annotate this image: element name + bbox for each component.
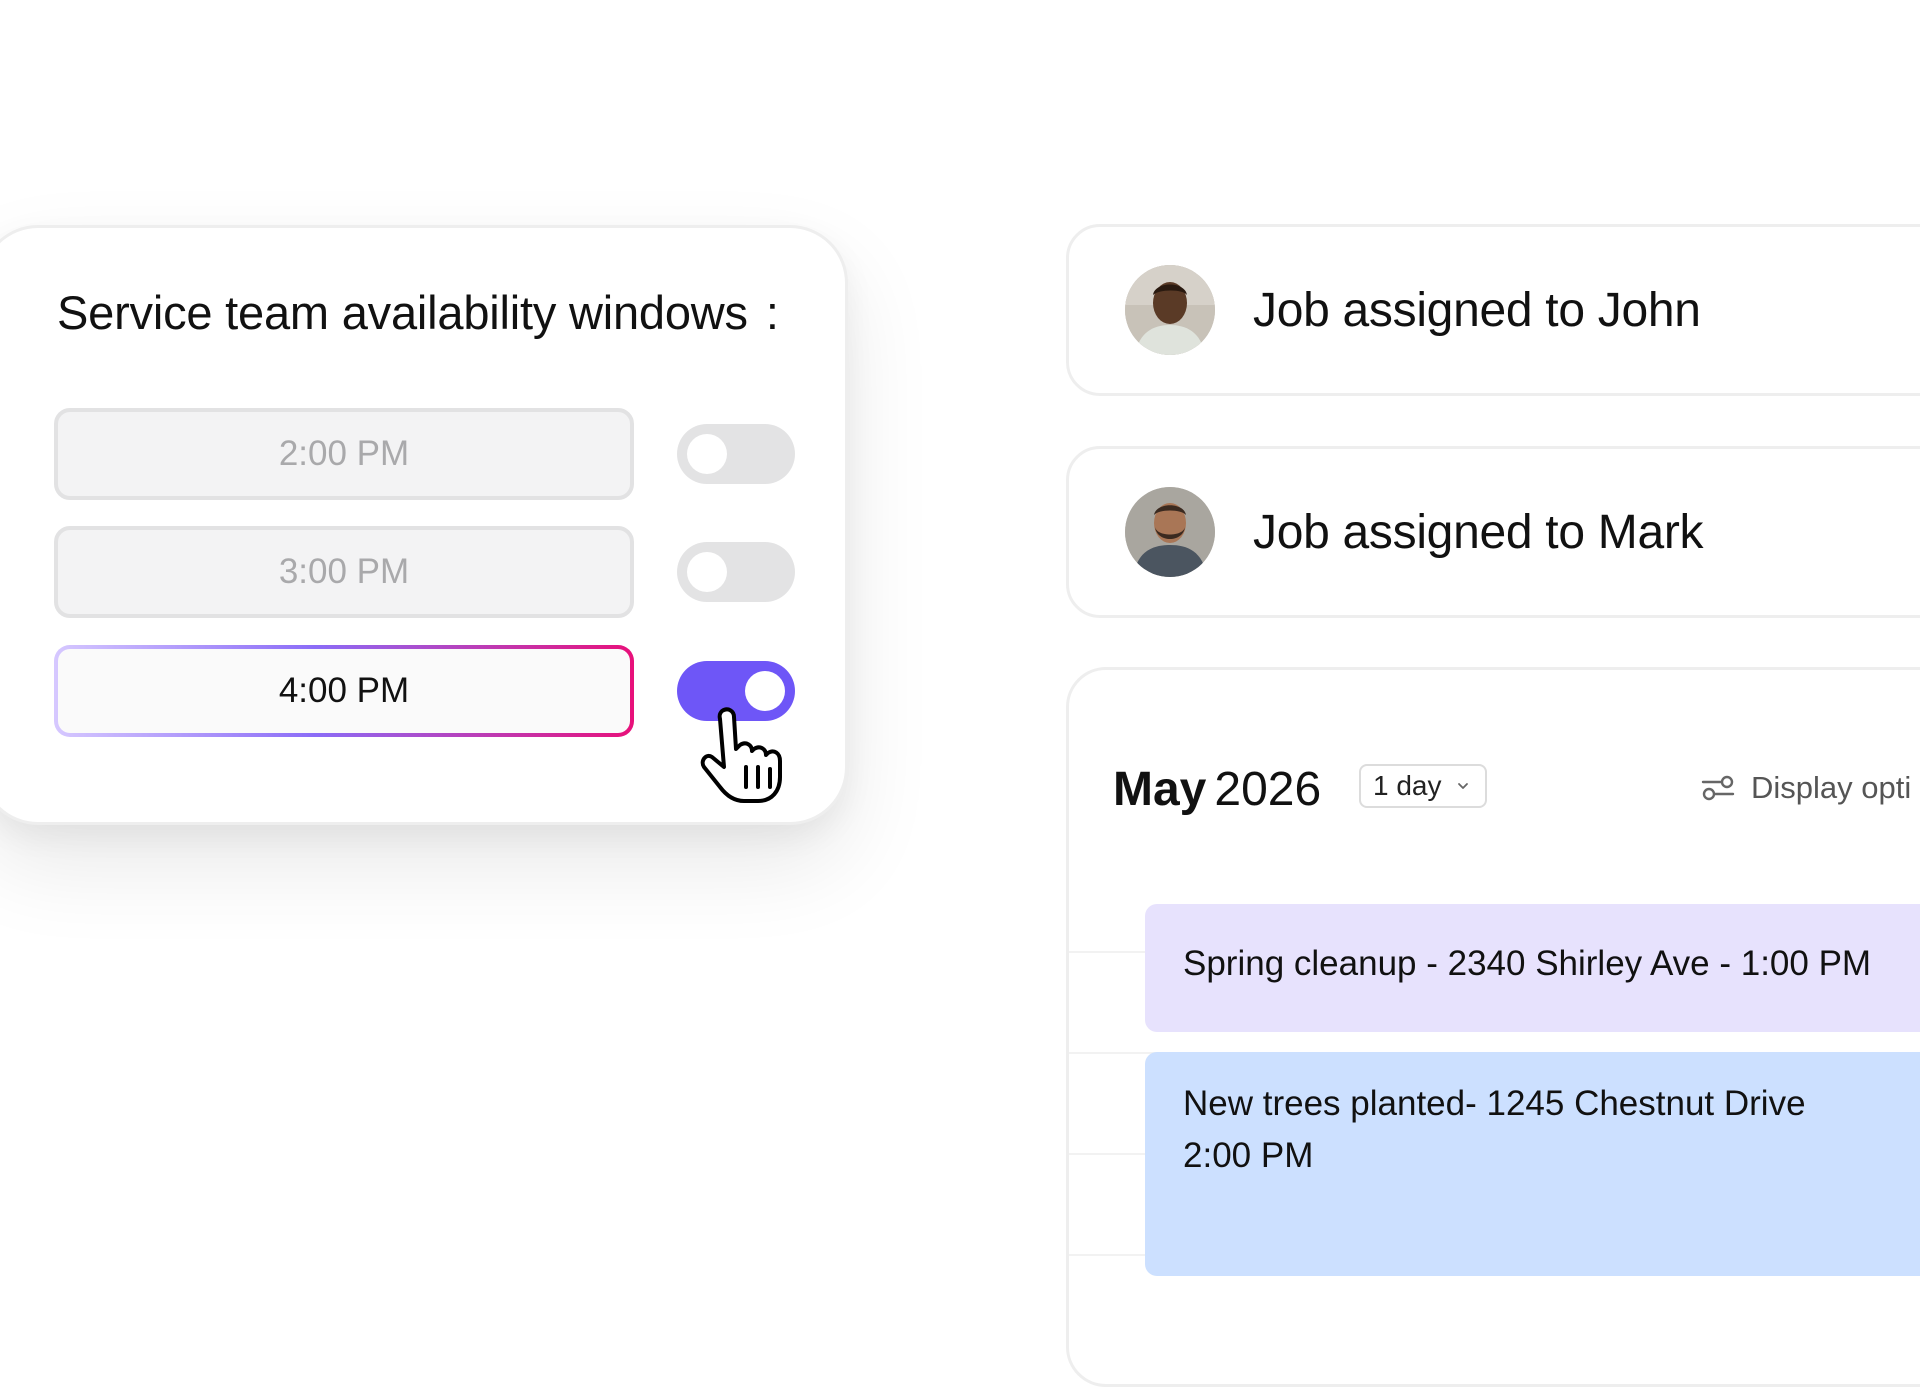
slot-row-1: 2:00 PM [54,408,795,500]
assignment-text: Job assigned to Mark [1253,506,1704,559]
calendar-month-label: May 2026 [1113,763,1322,816]
person-avatar-icon [1125,265,1215,355]
event-text: Spring cleanup - 2340 Shirley Ave - 1:00… [1183,944,1872,983]
assignment-card-mark: Job assigned to Mark [1066,446,1920,618]
calendar-event[interactable]: New trees planted- 1245 Chestnut Drive 2… [1145,1052,1920,1276]
range-dropdown[interactable]: 1 day [1359,764,1487,808]
event-time: 2:00 PM [1183,1136,1314,1175]
toggle-knob [687,552,727,592]
assignment-text: Job assigned to John [1253,284,1701,337]
calendar-event[interactable]: Spring cleanup - 2340 Shirley Ave - 1:00… [1145,904,1920,1032]
range-value: 1 day [1373,770,1442,801]
display-options-label: Display opti [1751,770,1912,805]
display-options-button[interactable]: Display opti [1701,770,1911,806]
event-text: New trees planted- 1245 Chestnut Drive 2… [1183,1078,1806,1182]
time-slot-field[interactable]: 2:00 PM [54,408,634,500]
slot-toggle[interactable] [677,542,795,602]
hand-pointer-icon [700,707,782,803]
toggle-knob [687,434,727,474]
slot-row-2: 3:00 PM [54,526,795,618]
avatar-john [1125,265,1215,355]
slot-toggle[interactable] [677,424,795,484]
sliders-icon [1701,775,1735,801]
event-title: New trees planted- 1245 Chestnut Drive [1183,1084,1806,1123]
assignment-card-john: Job assigned to John [1066,224,1920,396]
time-slot-field[interactable]: 3:00 PM [54,526,634,618]
time-slot-field-active[interactable]: 4:00 PM [54,645,634,737]
chevron-down-icon [1457,783,1468,789]
slot-row-3: 4:00 PM [54,645,795,737]
avatar-mark [1125,487,1215,577]
availability-title: Service team availability windows: [57,286,779,339]
person-avatar-icon [1125,487,1215,577]
calendar-card: May 2026 1 day Display opti Spring cleanu… [1066,667,1920,1387]
